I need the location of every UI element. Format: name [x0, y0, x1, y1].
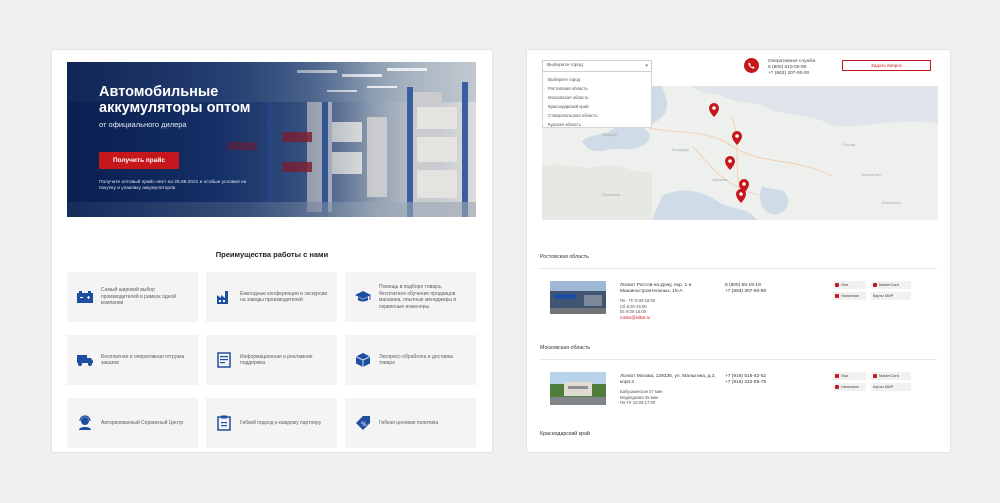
battery-icon — [76, 288, 94, 306]
store-phones: 8 (800) 55-19-19 +7 (863) 307-80-80 — [725, 283, 767, 294]
advantage-card: % Гибкая ценовая политика — [345, 398, 476, 448]
advantage-card: Информационная и рекламная поддержка — [206, 335, 337, 385]
hero-banner: Автомобильные аккумуляторы оптом от офиц… — [67, 62, 476, 217]
svg-text:Украина: Украина — [712, 177, 728, 182]
graduation-cap-icon — [354, 288, 372, 306]
payment-mir: Карты МИР — [871, 292, 911, 300]
advantage-card: Авторизованный Сервисный Центр — [67, 398, 198, 448]
svg-text:Беларусь: Беларусь — [672, 147, 690, 152]
advantage-card: Бесплатная и оперативная отгрузка заказо… — [67, 335, 198, 385]
hero-title: Автомобильные аккумуляторы оптом — [99, 84, 251, 116]
chevron-down-icon: ▾ — [645, 63, 648, 69]
advantage-card: Экспресс-обработка и доставка товара — [345, 335, 476, 385]
hotline-info: Оперативная служба 8 (800) 510-00-90 +7 … — [768, 59, 815, 76]
region-title: Ростовская область — [540, 254, 589, 260]
stores-page-panel: Выберите город ▾ Выберите город Ростовск… — [527, 50, 950, 452]
support-agent-icon — [76, 414, 94, 432]
svg-text:Казахстан: Казахстан — [882, 200, 901, 205]
svg-text:Казахстан: Казахстан — [862, 172, 881, 177]
price-tag-icon: % — [354, 414, 372, 432]
checklist-icon — [215, 414, 233, 432]
advantages-title: Преимущества работы с нами — [215, 250, 329, 259]
hotline-phone[interactable]: +7 (863) 207-00-00 — [768, 71, 815, 77]
ask-question-button[interactable]: Задать вопрос — [842, 60, 931, 71]
city-option[interactable]: Курская область — [543, 120, 651, 129]
region-title: Московская область — [540, 345, 591, 351]
phone-icon — [744, 58, 759, 73]
store-address: Лолкот Ростов-на-Дону, пер. 1-я Машиност… — [620, 283, 692, 294]
payment-cash: Наличные — [833, 383, 866, 391]
payment-mastercard: MasterCard — [871, 372, 911, 380]
truck-icon — [76, 351, 94, 369]
hotline-label: Оперативная служба — [768, 59, 816, 64]
svg-text:%: % — [361, 421, 367, 428]
store-photo — [550, 372, 606, 405]
payment-methods: Visa MasterCard Наличные Карты МИР — [833, 281, 911, 300]
payment-cash: Наличные — [833, 292, 866, 300]
document-icon — [215, 351, 233, 369]
landing-page-panel: Автомобильные аккумуляторы оптом от офиц… — [52, 50, 492, 452]
store-card: Лолкот Москва, 129336, ул. Малыгина, д.2… — [550, 372, 930, 416]
svg-text:Швеция: Швеция — [602, 132, 617, 137]
get-price-button[interactable]: Получить прайс — [99, 152, 179, 169]
payment-visa: Visa — [833, 372, 866, 380]
payment-visa: Visa — [833, 281, 866, 289]
store-address: Лолкот Москва, 129336, ул. Малыгина, д.2… — [620, 374, 716, 385]
advantage-card: Помощь в подборе товара, бесплатное обуч… — [345, 272, 476, 322]
advantage-card: Ежегодные конференции и экскурсии на зав… — [206, 272, 337, 322]
advantage-card: Самый широкий выбор производителей в рам… — [67, 272, 198, 322]
city-option[interactable]: Ставропольская область — [543, 111, 651, 120]
payment-methods: Visa MasterCard Наличные Карты МИР — [833, 372, 911, 391]
store-phones: +7 (916) 516-42-52 +7 (916) 310-65-75 — [725, 374, 767, 385]
payment-mir: Карты МИР — [871, 383, 911, 391]
hero-note: Получите оптовый прайс-лист на 25.08.202… — [99, 180, 247, 192]
box-icon — [354, 351, 372, 369]
city-select[interactable]: Выберите город ▾ — [542, 60, 652, 72]
payment-mastercard: MasterCard — [871, 281, 911, 289]
svg-text:Германия: Германия — [602, 192, 620, 197]
store-hours: Пн - Пт 8:30-18:00 Сб 8:30-15:00 Вс 9:00… — [620, 298, 730, 320]
city-option[interactable]: Московская область — [543, 93, 651, 102]
city-option[interactable]: Краснодарский край — [543, 102, 651, 111]
factory-icon — [215, 288, 233, 306]
city-option[interactable]: Ростовская область — [543, 84, 651, 93]
region-title: Краснодарский край — [540, 431, 590, 437]
store-email[interactable]: rostov@lolkot.ru — [620, 315, 730, 321]
hero-subtitle: от официального дилера — [99, 120, 187, 129]
city-option[interactable]: Выберите город — [543, 75, 651, 84]
city-dropdown-list: Выберите город Ростовская область Москов… — [542, 72, 652, 128]
store-photo — [550, 281, 606, 314]
store-card: Лолкот Ростов-на-Дону, пер. 1-я Машиност… — [550, 281, 930, 325]
svg-text:Россия: Россия — [842, 142, 855, 147]
store-hours: Бабушкинская 27 мин Медведково 25 мин Пн… — [620, 389, 663, 406]
advantage-card: Гибкий подход к каждому партнеру — [206, 398, 337, 448]
advantages-grid: Самый широкий выбор производителей в рам… — [67, 272, 476, 448]
